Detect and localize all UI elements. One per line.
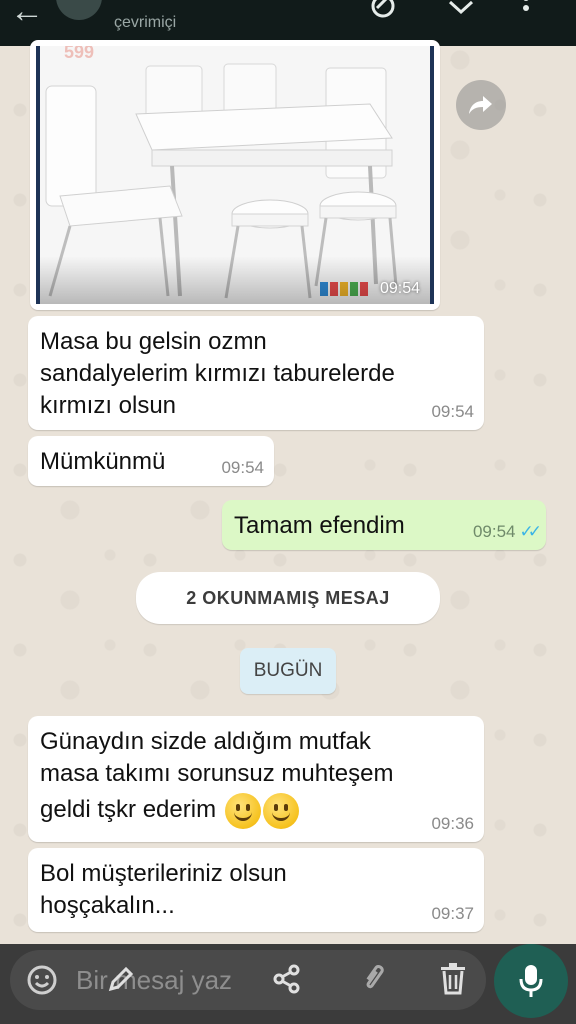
voice-message-button[interactable] — [494, 944, 568, 1018]
message-time-text: 09:54 — [472, 522, 516, 541]
read-receipt-icon: ✓✓ — [519, 522, 542, 541]
pencil-icon[interactable] — [106, 964, 136, 1000]
price-fragment: 599 — [64, 46, 95, 62]
message-text-line-wrap: geldi tşkr ederim — [40, 790, 472, 830]
message-text-line: sandalyelerim kırmızı taburelerde — [40, 360, 395, 387]
message-text-line: Günaydın sizde aldığım mutfak — [40, 728, 371, 755]
image-message[interactable]: 599 09:54 — [30, 40, 440, 310]
message-input-wrap[interactable] — [10, 950, 486, 1010]
back-arrow-icon[interactable]: ← — [10, 0, 44, 31]
delete-icon[interactable] — [438, 962, 468, 1002]
message-text-line: hoşçakalın... — [40, 892, 175, 919]
forward-icon[interactable] — [456, 80, 506, 130]
message-time: 09:37 — [431, 904, 474, 923]
star-icon[interactable] — [446, 0, 476, 31]
incoming-message[interactable]: Masa bu gelsin ozmn sandalyelerim kırmız… — [28, 316, 484, 430]
emoji-icon[interactable] — [26, 964, 58, 1002]
share-icon[interactable] — [272, 964, 302, 1000]
message-text-line: Bol müşterileriniz olsun — [40, 860, 287, 887]
message-text-line: kırmızı olsun — [40, 392, 177, 419]
product-image[interactable]: 599 09:54 — [36, 46, 434, 304]
unread-messages-badge: 2 OKUNMAMIŞ MESAJ — [136, 572, 440, 624]
more-options-icon[interactable] — [516, 0, 536, 31]
message-text-line: Masa bu gelsin ozmn — [40, 328, 267, 355]
incoming-message[interactable]: Günaydın sizde aldığım mutfak masa takım… — [28, 716, 484, 842]
message-time: 09:36 — [431, 814, 474, 833]
message-text-line: masa takımı sorunsuz muhteşem — [40, 760, 394, 787]
message-text-line: geldi tşkr ederim — [40, 796, 217, 823]
contact-status: çevrimiçi — [114, 14, 177, 31]
date-divider: BUGÜN — [240, 648, 336, 694]
message-time: 09:54 — [431, 402, 474, 421]
microphone-icon — [519, 965, 543, 997]
message-text: Mümkünmü — [40, 448, 166, 475]
dining-set-illustration — [40, 46, 430, 304]
message-time: 09:54 ✓✓ — [472, 522, 542, 542]
incoming-message[interactable]: Bol müşterileriniz olsun hoşçakalın... 0… — [28, 848, 484, 932]
message-time: 09:54 — [221, 458, 264, 477]
attachment-icon[interactable] — [360, 964, 392, 1002]
incoming-message[interactable]: Mümkünmü 09:54 — [28, 436, 274, 486]
smiley-emoji-icon — [224, 792, 261, 829]
edit-icon[interactable] — [368, 0, 398, 31]
message-text: Tamam efendim — [234, 512, 405, 539]
smiley-emoji-icon — [262, 792, 299, 829]
outgoing-message[interactable]: Tamam efendim 09:54 ✓✓ — [222, 500, 546, 550]
composer-bar — [0, 944, 576, 1024]
contact-avatar[interactable] — [56, 0, 102, 20]
message-time: 09:54 — [379, 280, 420, 297]
